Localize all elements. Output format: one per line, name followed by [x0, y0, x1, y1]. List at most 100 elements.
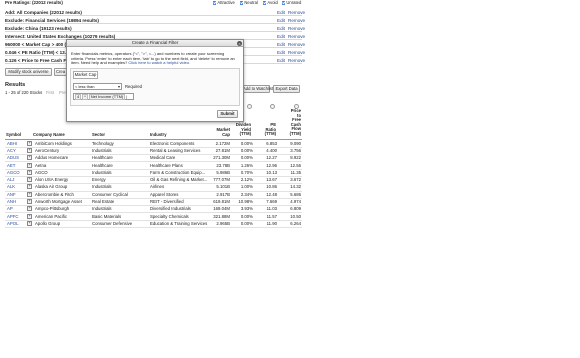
cell-company: Alon USA Energy — [35, 177, 69, 183]
table-row[interactable]: + APOL Apollo Group Consumer Defensive Educa… — [5, 220, 302, 229]
modify-universe-button[interactable]: Modify stock universe — [5, 68, 52, 76]
cell-pfcf: 11.35 — [290, 169, 301, 175]
remove-link[interactable]: Remove — [288, 58, 305, 63]
cell-div: 3.93% — [240, 206, 253, 212]
remove-link[interactable]: Remove — [288, 10, 305, 15]
edit-link[interactable]: Edit — [277, 26, 285, 31]
expand-plus-icon[interactable]: + — [27, 184, 32, 190]
checkbox-neutral[interactable]: Neutral — [240, 0, 258, 5]
col-header-company[interactable]: Company Name — [33, 132, 65, 138]
cell-sector: Consumer Cyclical — [92, 191, 128, 197]
edit-link[interactable]: Edit — [277, 10, 285, 15]
cell-pfcf: 3.672 — [290, 177, 301, 183]
filter-row: Exclude: China (19123 results) Edit Remove — [5, 25, 305, 32]
cell-industry: Rental & Leasing Services — [150, 147, 201, 153]
add-to-watchlist-button[interactable]: Add to Watchlist — [242, 85, 273, 93]
cell-industry: REIT - Diversified — [150, 199, 184, 205]
remove-link[interactable]: Remove — [288, 26, 305, 31]
checkbox-unrated[interactable]: Unrated — [282, 0, 301, 5]
remove-link[interactable]: Remove — [288, 42, 305, 47]
col-header-price-fcf[interactable]: Price to Free Cash Flow (TTM) — [278, 108, 301, 137]
cell-pe: 12.48 — [266, 191, 277, 197]
cell-company: Addus Homecare — [35, 155, 69, 161]
cell-symbol[interactable]: ANH — [7, 199, 16, 204]
expand-plus-icon[interactable]: + — [27, 220, 32, 226]
tab-market-cap[interactable]: Market Cap — [73, 71, 98, 79]
cell-symbol[interactable]: ALJ — [7, 177, 14, 182]
cell-company: Apollo Group — [35, 220, 61, 226]
cell-symbol[interactable]: APFC — [7, 214, 18, 219]
cell-pe: 6.853 — [266, 140, 277, 146]
operator-select[interactable]: < less than ▾ — [73, 83, 122, 90]
expand-plus-icon[interactable]: + — [27, 191, 32, 197]
edit-link[interactable]: Edit — [277, 34, 285, 39]
remove-link[interactable]: Remove — [288, 50, 305, 55]
cell-sector: Energy — [92, 177, 106, 183]
expand-plus-icon[interactable]: + — [27, 206, 32, 212]
token-chip[interactable]: Net Income (TTM) — [88, 94, 126, 100]
col-header-sector[interactable]: Sector — [92, 132, 105, 138]
cell-symbol[interactable]: ADUS — [7, 155, 19, 160]
edit-link[interactable]: Edit — [277, 50, 285, 55]
expand-plus-icon[interactable]: + — [27, 177, 32, 183]
export-data-button[interactable]: Export Data — [273, 85, 300, 93]
remove-link[interactable]: Remove — [288, 18, 305, 23]
expand-plus-icon[interactable]: + — [27, 140, 32, 146]
expression-input[interactable]: 4 * Net Income (TTM) | — [73, 93, 134, 100]
col-header-industry[interactable]: Industry — [150, 132, 167, 138]
expand-plus-icon[interactable]: + — [27, 213, 32, 219]
cell-pe: 13.67 — [266, 177, 277, 183]
expand-plus-icon[interactable]: + — [27, 199, 32, 205]
submit-button[interactable]: Submit — [217, 110, 238, 118]
expand-plus-icon[interactable]: + — [27, 155, 32, 161]
col-header-pe-ratio[interactable]: PE Ratio (TTM) — [254, 122, 276, 137]
cell-pe: 4.400 — [266, 147, 277, 153]
token-chip[interactable]: 4 — [75, 94, 82, 100]
checkbox-avoid[interactable]: Avoid — [263, 0, 278, 5]
edit-link[interactable]: Edit — [277, 58, 285, 63]
col-header-dividend[interactable]: Dividen Yield (TTM) — [228, 122, 251, 137]
edit-link[interactable]: Edit — [277, 18, 285, 23]
token-chip[interactable]: * — [82, 94, 88, 100]
remove-link[interactable]: Remove — [288, 34, 305, 39]
checkbox-label: Unrated — [286, 0, 302, 5]
help-video-link[interactable]: Click here to watch a helpful video. — [128, 60, 190, 66]
cell-pfcf: 6.264 — [290, 220, 301, 226]
cell-company: Ampco-Pittsburgh — [35, 206, 70, 212]
cell-sector: Industrials — [92, 169, 112, 175]
cell-div: 0.70% — [240, 169, 253, 175]
edit-link[interactable]: Edit — [277, 42, 285, 47]
cell-mcap: 2.917B — [216, 191, 230, 197]
cell-symbol[interactable]: ACY — [7, 148, 16, 153]
first-page-link[interactable]: First — [46, 90, 54, 95]
cell-symbol[interactable]: ALK — [7, 184, 15, 189]
close-icon[interactable]: × — [237, 40, 242, 46]
cell-mcap: 169.04M — [213, 206, 230, 212]
cell-company: AeroCentury — [35, 147, 60, 153]
cell-symbol[interactable]: AP — [7, 206, 13, 211]
col-header-symbol[interactable]: Symbol — [6, 132, 21, 138]
filter-text: Exclude: China (19123 results) — [5, 25, 72, 31]
dialog-title: Create a Financial Filter — [67, 40, 243, 47]
cell-pfcf: 12.56 — [290, 162, 301, 168]
cell-symbol[interactable]: APOL — [7, 221, 18, 226]
expand-plus-icon[interactable]: + — [27, 162, 32, 168]
sort-icon[interactable] — [247, 104, 253, 110]
cell-symbol[interactable]: AGCO — [7, 170, 20, 175]
cell-pfcf: 5.686 — [290, 191, 301, 197]
checkbox-label: Attractive — [217, 0, 235, 5]
sort-icon[interactable] — [270, 104, 276, 110]
cell-mcap: 23.78B — [216, 162, 230, 168]
cell-pfcf: 6.809 — [290, 206, 301, 212]
cell-symbol[interactable]: AET — [7, 163, 15, 168]
cell-company: Anworth Mortgage Asset — [35, 199, 82, 205]
expand-plus-icon[interactable]: + — [27, 169, 32, 175]
cell-symbol[interactable]: ANF — [7, 192, 16, 197]
expand-plus-icon[interactable]: + — [27, 147, 32, 153]
cell-symbol[interactable]: ABHI — [7, 141, 17, 146]
checkbox-attractive[interactable]: Attractive — [213, 0, 235, 5]
cell-industry: Diversified Industrials — [150, 206, 191, 212]
dialog-instructions: Enter financials metrics, operators ("<"… — [71, 51, 237, 66]
cell-mcap: 321.88M — [213, 213, 230, 219]
col-header-market-cap[interactable]: Market Cap — [208, 127, 231, 137]
